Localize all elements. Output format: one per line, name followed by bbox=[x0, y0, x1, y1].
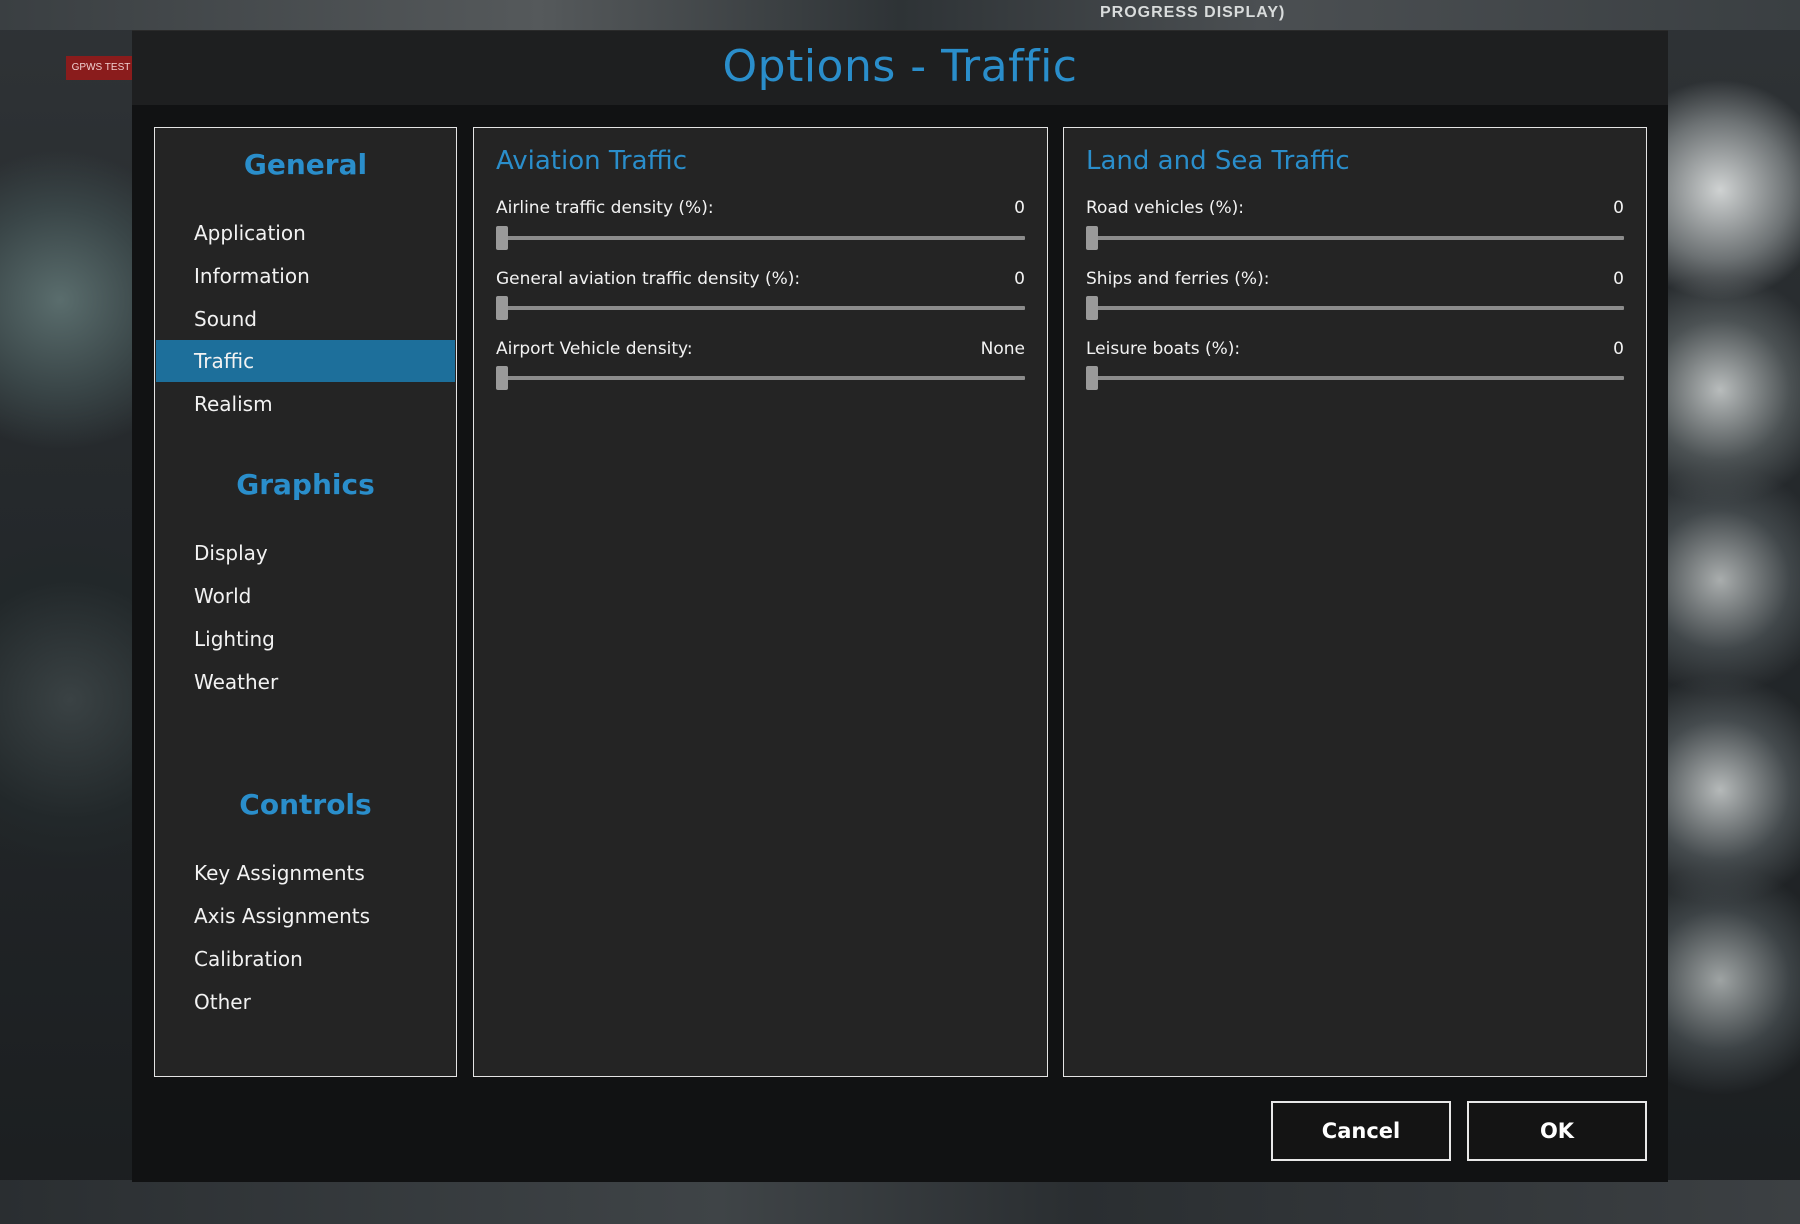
nav-item-traffic[interactable]: Traffic bbox=[156, 340, 455, 382]
slider-thumb[interactable] bbox=[1086, 366, 1098, 390]
nav-item-realism[interactable]: Realism bbox=[156, 383, 455, 425]
options-dialog: Options - Traffic General Application In… bbox=[132, 30, 1668, 1182]
ships-ferries-slider[interactable] bbox=[1086, 296, 1624, 320]
nav-item-key-assignments[interactable]: Key Assignments bbox=[156, 852, 455, 894]
nav-item-information[interactable]: Information bbox=[156, 255, 455, 297]
road-vehicles-slider[interactable] bbox=[1086, 226, 1624, 250]
cockpit-panel-top bbox=[0, 0, 1800, 30]
slider-track bbox=[502, 236, 1025, 240]
title-bar: Options - Traffic bbox=[132, 31, 1668, 105]
slider-thumb[interactable] bbox=[496, 226, 508, 250]
general-aviation-density-value: 0 bbox=[1014, 269, 1025, 289]
nav-heading-general: General bbox=[243, 148, 368, 181]
airport-vehicle-density-label: Airport Vehicle density: bbox=[496, 339, 693, 359]
road-vehicles-label: Road vehicles (%): bbox=[1086, 198, 1245, 218]
dialog-title: Options - Traffic bbox=[722, 41, 1078, 92]
nav-item-axis-assignments[interactable]: Axis Assignments bbox=[156, 895, 455, 937]
slider-thumb[interactable] bbox=[1086, 226, 1098, 250]
aviation-traffic-title: Aviation Traffic bbox=[496, 146, 687, 176]
slider-thumb[interactable] bbox=[1086, 296, 1098, 320]
ships-ferries-label: Ships and ferries (%): bbox=[1086, 269, 1270, 289]
nav-item-application[interactable]: Application bbox=[156, 212, 455, 254]
nav-item-lighting[interactable]: Lighting bbox=[156, 618, 455, 660]
nav-heading-controls: Controls bbox=[239, 788, 372, 821]
slider-thumb[interactable] bbox=[496, 366, 508, 390]
nav-item-world[interactable]: World bbox=[156, 575, 455, 617]
cancel-button[interactable]: Cancel bbox=[1271, 1101, 1451, 1161]
airport-vehicle-density-value: None bbox=[980, 339, 1025, 359]
progress-display-label: PROGRESS DISPLAY) bbox=[1100, 4, 1286, 21]
slider-track bbox=[502, 306, 1025, 310]
leisure-boats-label: Leisure boats (%): bbox=[1086, 339, 1241, 359]
ok-button[interactable]: OK bbox=[1467, 1101, 1647, 1161]
nav-item-other[interactable]: Other bbox=[156, 981, 455, 1023]
slider-track bbox=[502, 376, 1025, 380]
nav-item-calibration[interactable]: Calibration bbox=[156, 938, 455, 980]
gpws-test-button: GPWS TEST bbox=[66, 56, 136, 80]
slider-track bbox=[1092, 236, 1624, 240]
general-aviation-density-slider[interactable] bbox=[496, 296, 1025, 320]
land-sea-traffic-title: Land and Sea Traffic bbox=[1086, 146, 1350, 176]
slider-thumb[interactable] bbox=[496, 296, 508, 320]
nav-panel: General Application Information Sound Tr… bbox=[154, 127, 457, 1077]
cockpit-panel-bottom bbox=[0, 1180, 1800, 1224]
nav-item-weather[interactable]: Weather bbox=[156, 661, 455, 703]
nav-heading-graphics: Graphics bbox=[236, 468, 375, 501]
land-sea-traffic-panel: Land and Sea Traffic Road vehicles (%): … bbox=[1063, 127, 1647, 1077]
road-vehicles-value: 0 bbox=[1613, 198, 1624, 218]
general-aviation-density-label: General aviation traffic density (%): bbox=[496, 269, 801, 289]
leisure-boats-slider[interactable] bbox=[1086, 366, 1624, 390]
aviation-traffic-panel: Aviation Traffic Airline traffic density… bbox=[473, 127, 1048, 1077]
airline-density-slider[interactable] bbox=[496, 226, 1025, 250]
airport-vehicle-density-slider[interactable] bbox=[496, 366, 1025, 390]
slider-track bbox=[1092, 376, 1624, 380]
airline-density-label: Airline traffic density (%): bbox=[496, 198, 714, 218]
ships-ferries-value: 0 bbox=[1613, 269, 1624, 289]
nav-item-sound[interactable]: Sound bbox=[156, 298, 455, 340]
airline-density-value: 0 bbox=[1014, 198, 1025, 218]
slider-track bbox=[1092, 306, 1624, 310]
leisure-boats-value: 0 bbox=[1613, 339, 1624, 359]
nav-item-display[interactable]: Display bbox=[156, 532, 455, 574]
